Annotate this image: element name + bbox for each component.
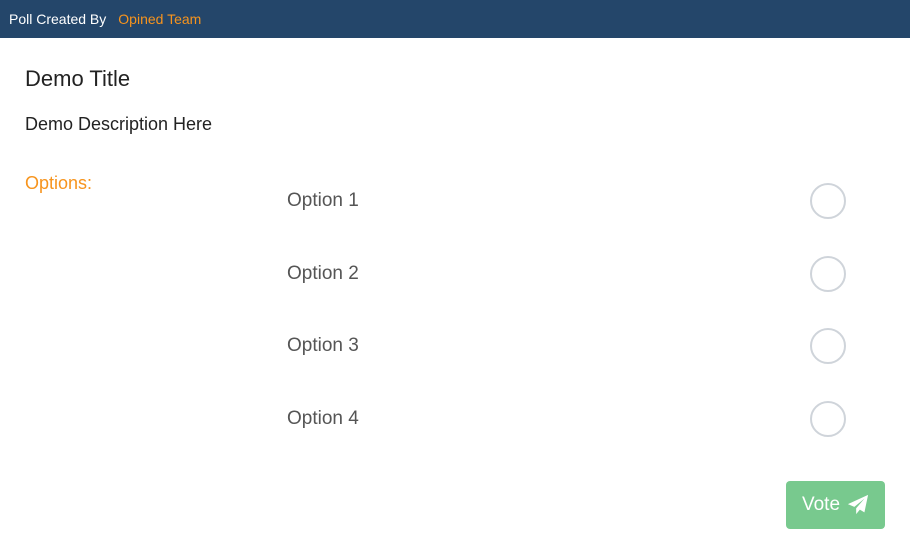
option-label: Option 1 [287,190,359,211]
vote-button-label: Vote [801,494,841,515]
option-row-4[interactable]: Option 4 [287,399,847,439]
option-row-2[interactable]: Option 2 [287,254,847,294]
paper-plane-icon [847,494,869,516]
vote-button[interactable]: Vote [786,481,885,529]
option-label: Option 4 [287,408,359,429]
option-row-3[interactable]: Option 3 [287,326,847,366]
top-bar: Poll Created By Opined Team [0,0,910,38]
poll-description: Demo Description Here [25,114,213,134]
option-radio[interactable] [810,328,846,364]
option-row-1[interactable]: Option 1 [287,181,847,221]
poll-title: Demo Title [25,66,131,91]
poll-author-link[interactable]: Opined Team [118,11,201,27]
poll-created-by-label: Poll Created By [9,11,107,27]
option-label: Option 3 [287,335,359,356]
option-radio[interactable] [810,256,846,292]
option-radio[interactable] [810,401,846,437]
option-radio[interactable] [810,183,846,219]
option-label: Option 2 [287,263,359,284]
options-label: Options: [25,173,93,193]
